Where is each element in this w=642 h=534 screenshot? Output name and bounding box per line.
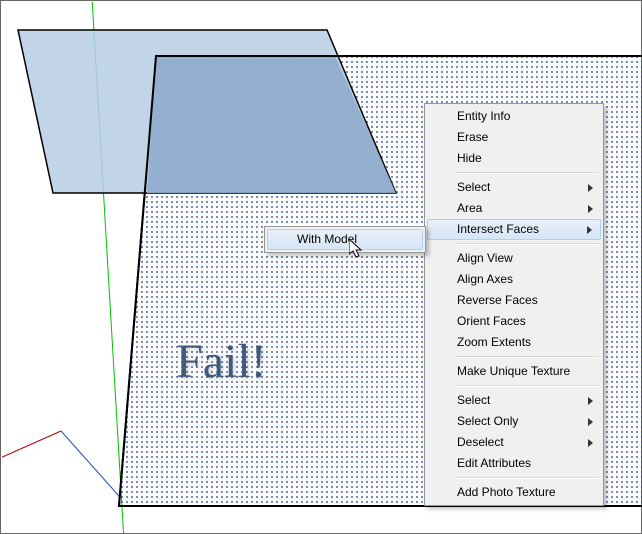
menu-item-label: Make Unique Texture [457, 364, 570, 378]
menu-separator [455, 385, 599, 387]
menu-separator [455, 477, 599, 479]
menu-item-intersect-faces[interactable]: Intersect Faces [427, 219, 601, 240]
menu-item-select[interactable]: Select [427, 390, 601, 411]
menu-separator [455, 243, 599, 245]
menu-item-entity-info[interactable]: Entity Info [427, 106, 601, 127]
submenu-arrow-icon [588, 418, 593, 426]
menu-item-area[interactable]: Area [427, 198, 601, 219]
menu-item-label: Align Axes [457, 272, 513, 286]
menu-item-label: Select [457, 180, 490, 194]
submenu-arrow-icon [588, 439, 593, 447]
menu-item-label: Entity Info [457, 109, 510, 123]
submenu-item-with-model[interactable]: With Model [267, 229, 423, 250]
menu-item-add-photo-texture[interactable]: Add Photo Texture [427, 482, 601, 503]
menu-item-align-view[interactable]: Align View [427, 248, 601, 269]
menu-item-label: Area [457, 201, 482, 215]
annotation-text: Fail! [176, 334, 267, 389]
menu-item-zoom-extents[interactable]: Zoom Extents [427, 332, 601, 353]
menu-separator [455, 172, 599, 174]
axis-blue [61, 431, 119, 496]
menu-item-label: Zoom Extents [457, 335, 531, 349]
menu-item-label: Align View [457, 251, 513, 265]
menu-item-hide[interactable]: Hide [427, 148, 601, 169]
menu-item-deselect[interactable]: Deselect [427, 432, 601, 453]
menu-item-label: Intersect Faces [457, 222, 539, 236]
submenu-arrow-icon [588, 205, 593, 213]
submenu-arrow-icon [588, 184, 593, 192]
menu-item-label: Add Photo Texture [457, 485, 556, 499]
menu-item-label: Reverse Faces [457, 293, 538, 307]
submenu-arrow-icon [587, 226, 592, 234]
menu-item-select-only[interactable]: Select Only [427, 411, 601, 432]
context-submenu-intersect-faces[interactable]: With Model [264, 226, 426, 253]
menu-item-align-axes[interactable]: Align Axes [427, 269, 601, 290]
menu-separator [455, 356, 599, 358]
menu-item-label: Erase [457, 130, 488, 144]
menu-item-erase[interactable]: Erase [427, 127, 601, 148]
menu-item-select[interactable]: Select [427, 177, 601, 198]
menu-item-label: With Model [297, 232, 357, 246]
menu-item-reverse-faces[interactable]: Reverse Faces [427, 290, 601, 311]
menu-item-label: Select Only [457, 414, 518, 428]
menu-item-edit-attributes[interactable]: Edit Attributes [427, 453, 601, 474]
menu-item-label: Edit Attributes [457, 456, 531, 470]
menu-item-make-unique-texture[interactable]: Make Unique Texture [427, 361, 601, 382]
submenu-arrow-icon [588, 397, 593, 405]
menu-item-orient-faces[interactable]: Orient Faces [427, 311, 601, 332]
menu-item-label: Hide [457, 151, 482, 165]
context-menu[interactable]: Entity Info Erase Hide Select Area Intersect … [424, 103, 604, 506]
menu-item-label: Orient Faces [457, 314, 526, 328]
menu-item-label: Select [457, 393, 490, 407]
axis-red [1, 431, 61, 471]
menu-item-label: Deselect [457, 435, 504, 449]
